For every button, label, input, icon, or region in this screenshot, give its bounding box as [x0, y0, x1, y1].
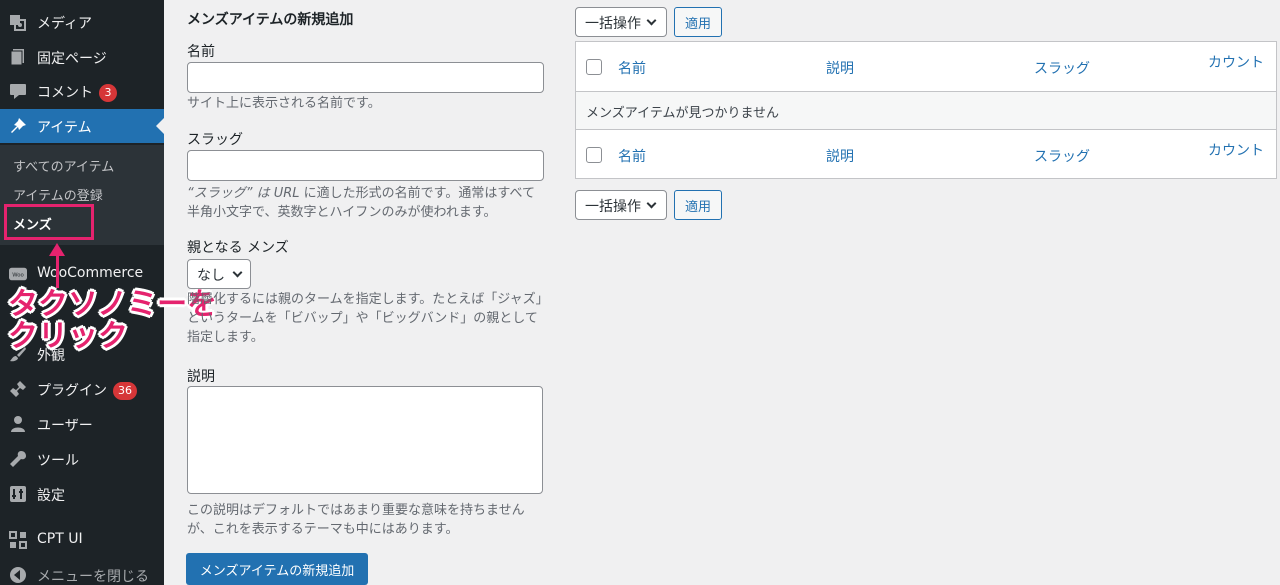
page-icon — [9, 48, 27, 66]
name-help: サイト上に表示される名前です。 — [187, 96, 381, 111]
chevron-down-icon — [646, 198, 657, 209]
submenu-add-item[interactable]: アイテムの登録 — [13, 185, 103, 204]
description-textarea[interactable] — [187, 386, 543, 494]
highlight-box — [4, 204, 94, 240]
parent-label: 親となる メンズ — [187, 240, 289, 256]
column-name[interactable]: 名前 — [618, 58, 646, 78]
bulk-action-select-top[interactable]: 一括操作 — [575, 7, 667, 37]
form-heading: メンズアイテムの新規追加 — [187, 12, 354, 28]
menu-label-plugins: プラグイン — [37, 383, 107, 399]
plugin-icon — [9, 380, 27, 398]
apply-button-bottom[interactable]: 適用 — [674, 190, 722, 220]
description-help: この説明はデフォルトではあまり重要な意味を持ちませんが、これを表示するテーマも中… — [187, 503, 525, 537]
menu-item-woocommerce[interactable]: Woo WooCommerce — [0, 257, 164, 291]
parent-select[interactable]: なし — [187, 259, 251, 289]
name-label: 名前 — [187, 44, 215, 60]
callout-line-2: クリック — [8, 319, 128, 354]
menu-item-items[interactable]: アイテム — [0, 109, 164, 143]
plugin-update-badge: 36 — [113, 382, 137, 400]
column-count-footer[interactable]: カウント — [1208, 140, 1264, 160]
slug-help-prefix: “スラッグ” は — [187, 186, 274, 201]
parent-help: 階層化するには親のタームを指定します。たとえば「ジャズ」というタームを「ビバップ… — [187, 292, 543, 345]
media-icon — [9, 13, 27, 31]
select-all-checkbox-footer[interactable] — [586, 147, 602, 163]
collapse-icon — [9, 566, 27, 584]
menu-label-tools: ツール — [37, 453, 79, 469]
chevron-down-icon — [646, 15, 657, 26]
wrench-icon — [9, 450, 27, 468]
column-count[interactable]: カウント — [1208, 52, 1264, 72]
chevron-down-icon — [232, 267, 243, 278]
name-input[interactable] — [187, 62, 544, 93]
empty-row: メンズアイテムが見つかりません — [576, 92, 1276, 129]
bulk-action-select-bottom[interactable]: 一括操作 — [575, 190, 667, 220]
add-new-term-button[interactable]: メンズアイテムの新規追加 — [186, 553, 368, 585]
bulk-action-label: 一括操作 — [585, 16, 641, 32]
comment-icon — [9, 82, 27, 100]
apply-button-top[interactable]: 適用 — [674, 7, 722, 37]
slug-help: “スラッグ” は URL に適した形式の名前です。通常はすべて半角小文字で、英数… — [187, 184, 547, 222]
menu-label-pages: 固定ページ — [37, 51, 107, 67]
slug-help-url: URL — [273, 186, 300, 201]
arrow-shaft — [56, 254, 59, 288]
grid-icon — [9, 531, 27, 549]
column-slug[interactable]: スラッグ — [1034, 58, 1090, 78]
menu-label-users: ユーザー — [37, 418, 93, 434]
menu-item-comments[interactable]: コメント 3 — [0, 74, 164, 108]
slug-label: スラッグ — [187, 132, 243, 148]
submenu-all-items[interactable]: すべてのアイテム — [13, 156, 114, 175]
menu-label-cpt-ui: CPT UI — [37, 531, 83, 547]
menu-item-plugins[interactable]: プラグイン 36 — [0, 372, 164, 406]
settings-icon — [9, 485, 27, 503]
user-icon — [9, 415, 27, 433]
menu-item-settings[interactable]: 設定 — [0, 477, 164, 511]
collapse-menu-button[interactable]: メニューを閉じる — [0, 558, 164, 585]
pin-icon — [9, 117, 27, 135]
menu-item-cpt-ui[interactable]: CPT UI — [0, 523, 164, 557]
table-header-row: 名前 説明 スラッグ カウント — [576, 42, 1276, 92]
menu-item-tools[interactable]: ツール — [0, 442, 164, 476]
bulk-action-label-bottom: 一括操作 — [585, 199, 641, 215]
table-footer-row: 名前 説明 スラッグ カウント — [576, 129, 1276, 179]
menu-label-items: アイテム — [37, 120, 92, 136]
slug-input[interactable] — [187, 150, 544, 181]
menu-item-pages[interactable]: 固定ページ — [0, 40, 164, 74]
column-description[interactable]: 説明 — [826, 58, 854, 78]
callout-line-1: タクソノミーを — [8, 287, 218, 322]
menu-label-settings: 設定 — [37, 488, 65, 504]
menu-label-collapse: メニューを閉じる — [37, 569, 149, 585]
column-description-footer[interactable]: 説明 — [826, 146, 854, 166]
woocommerce-icon: Woo — [9, 265, 27, 283]
menu-label-media: メディア — [37, 16, 93, 32]
column-slug-footer[interactable]: スラッグ — [1034, 146, 1090, 166]
column-name-footer[interactable]: 名前 — [618, 146, 646, 166]
menu-item-users[interactable]: ユーザー — [0, 407, 164, 441]
menu-label-comments: コメント — [37, 85, 93, 101]
comment-count-badge: 3 — [99, 84, 117, 102]
menu-label-woocommerce: WooCommerce — [37, 265, 144, 281]
terms-table: 名前 説明 スラッグ カウント メンズアイテムが見つかりません 名前 説明 スラ… — [575, 41, 1277, 179]
parent-select-value: なし — [197, 268, 225, 284]
empty-message: メンズアイテムが見つかりません — [586, 106, 780, 121]
select-all-checkbox[interactable] — [586, 59, 602, 75]
svg-text:Woo: Woo — [12, 273, 24, 279]
menu-item-media[interactable]: メディア — [0, 5, 164, 39]
description-label: 説明 — [187, 369, 215, 385]
